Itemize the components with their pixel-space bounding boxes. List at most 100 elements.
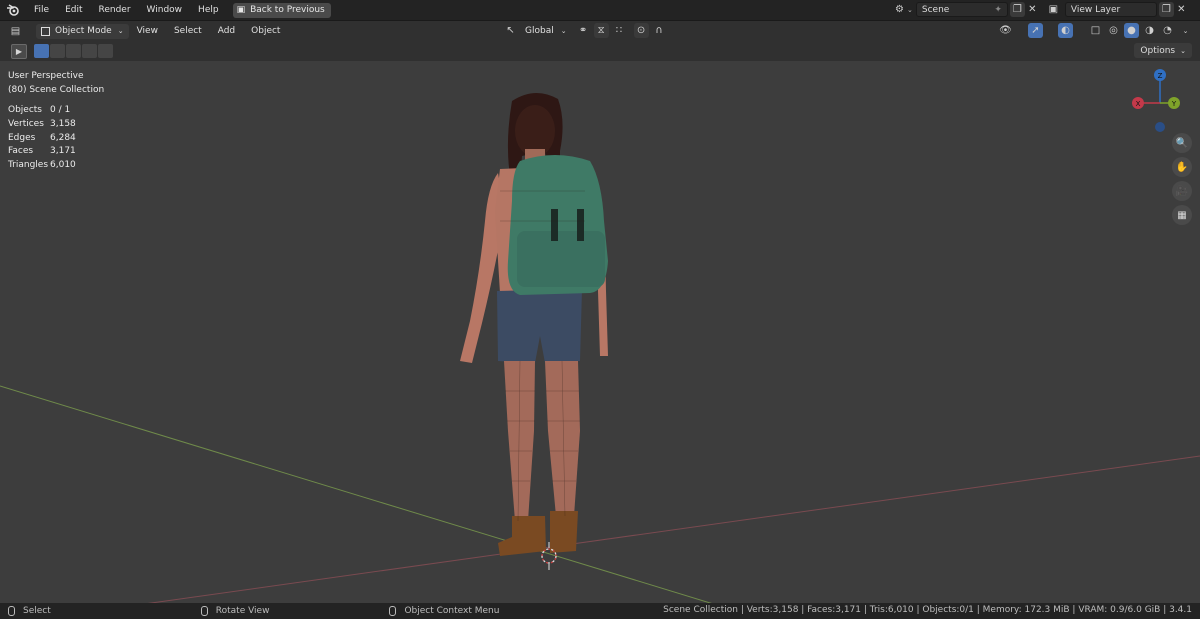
menu-render[interactable]: Render — [91, 5, 139, 15]
object-mode-dropdown[interactable]: Object Mode ⌄ — [36, 23, 129, 39]
select-intersect-icon[interactable] — [98, 44, 113, 58]
selection-mode-group — [34, 44, 113, 58]
status-rotate-label: Rotate View — [215, 606, 270, 616]
stat-row-faces: Faces 3,171 — [8, 145, 76, 159]
status-select-label: Select — [23, 606, 51, 616]
material-preview-icon[interactable]: ◑ — [1142, 23, 1157, 38]
new-view-layer-icon[interactable]: ❐ — [1158, 2, 1174, 17]
stat-row-vertices: Vertices 3,158 — [8, 118, 76, 132]
transform-tools: ↖ Global ⌄ ⚭ ⧖ ∷ ⊙ ∩ — [503, 23, 667, 38]
object-mode-icon — [41, 26, 50, 36]
status-context-label: Object Context Menu — [404, 606, 500, 616]
back-to-previous-label: Back to Previous — [250, 5, 325, 15]
editor-type-icon[interactable]: ▤ — [8, 24, 23, 39]
back-to-previous-button[interactable]: ▣ Back to Previous — [232, 2, 331, 18]
menu-select[interactable]: Select — [166, 26, 210, 36]
stat-label: Faces — [8, 146, 34, 157]
stat-label: Triangles — [8, 160, 49, 171]
scene-name-text: Scene — [921, 4, 950, 15]
scene-name-field[interactable]: Scene ✦ — [915, 2, 1008, 17]
stat-label: Vertices — [8, 118, 44, 129]
xray-toggle-icon[interactable]: □ — [1088, 23, 1103, 38]
z-axis-label: Z — [1158, 72, 1163, 80]
y-axis-line — [0, 385, 712, 603]
viewport-display-tools: 👁 ➚ ◐ □ ◎ ● ◑ ◔ ⌄ — [998, 23, 1193, 38]
tool-settings-row: ▶ Options ⌄ — [0, 41, 1200, 61]
transform-orientation-icon[interactable]: ↖ — [503, 23, 518, 38]
object-mode-label: Object Mode — [55, 26, 112, 36]
view-layer-field[interactable]: View Layer — [1064, 2, 1157, 17]
menu-view[interactable]: View — [129, 26, 166, 36]
mouse-middle-icon — [200, 606, 208, 616]
select-box-tool-icon[interactable]: ▶ — [11, 43, 27, 59]
mouse-right-icon — [389, 606, 397, 616]
zoom-icon[interactable]: 🔍 — [1172, 133, 1192, 153]
shading-options-icon[interactable]: ⌄ — [1178, 23, 1193, 38]
options-label: Options — [1140, 45, 1176, 56]
x-axis-label: X — [1136, 100, 1141, 108]
menu-add[interactable]: Add — [210, 26, 243, 36]
menu-edit[interactable]: Edit — [57, 5, 90, 15]
stat-label: Objects — [8, 105, 43, 115]
scene-selector-group: ⚙ ⌄ Scene ✦ ❐ ✕ ▣ View Layer ❐ ✕ — [892, 2, 1189, 17]
stat-value: 3,158 — [50, 118, 76, 129]
viewport-info: User Perspective (80) Scene Collection — [8, 69, 104, 97]
transform-orientation-label[interactable]: Global — [525, 26, 554, 36]
stat-value: 0 / 1 — [50, 105, 71, 115]
options-chevron-icon: ⌄ — [1180, 46, 1186, 55]
stat-row-objects: Objects 0 / 1 — [8, 104, 76, 118]
collection-label: (80) Scene Collection — [8, 85, 105, 95]
menu-window[interactable]: Window — [139, 5, 191, 15]
view-layer-icon[interactable]: ▣ — [1046, 2, 1061, 17]
wireframe-shading-icon[interactable]: ◎ — [1106, 23, 1121, 38]
status-info: Scene Collection | Verts:3,158 | Faces:3… — [663, 605, 1192, 615]
stat-row-edges: Edges 6,284 — [8, 132, 76, 146]
3d-viewport[interactable]: User Perspective (80) Scene Collection O… — [0, 61, 1200, 603]
menu-help[interactable]: Help — [190, 5, 227, 15]
pin-icon[interactable]: ✦ — [994, 5, 1002, 15]
overlays-toggle-icon[interactable]: ◐ — [1058, 23, 1073, 38]
blender-logo-icon[interactable] — [0, 0, 26, 20]
new-scene-icon[interactable]: ❐ — [1009, 2, 1025, 17]
proportional-edit-icon[interactable]: ⊙ — [633, 23, 649, 38]
pan-hand-icon[interactable]: ✋ — [1172, 157, 1192, 177]
scene-dropdown-chevron-icon: ⌄ — [907, 5, 913, 14]
delete-scene-icon[interactable]: ✕ — [1025, 2, 1040, 17]
gizmo-toggle-icon[interactable]: ➚ — [1028, 23, 1043, 38]
stat-value: 3,171 — [50, 146, 76, 157]
mouse-left-icon — [8, 606, 15, 616]
stat-label: Edges — [8, 132, 36, 143]
orientation-chevron-icon: ⌄ — [560, 26, 567, 35]
select-extend-icon[interactable] — [50, 44, 65, 58]
select-subtract-icon[interactable] — [66, 44, 81, 58]
status-context: Object Context Menu — [389, 606, 499, 616]
viewport-header: ▤ Object Mode ⌄ View Select Add Object ↖… — [0, 20, 1200, 41]
stat-value: 6,010 — [50, 160, 76, 171]
falloff-icon[interactable]: ∩ — [652, 23, 667, 38]
visibility-icon[interactable]: 👁 — [998, 23, 1013, 38]
status-select: Select — [8, 606, 51, 616]
select-invert-icon[interactable] — [82, 44, 97, 58]
snap-icon[interactable]: ⧖ — [593, 23, 609, 38]
camera-view-icon[interactable]: 🎥 — [1172, 181, 1192, 201]
y-axis-label: Y — [1171, 100, 1177, 108]
pivot-point-icon[interactable]: ⚭ — [576, 23, 591, 38]
ortho-grid-icon[interactable]: ▦ — [1172, 205, 1192, 225]
delete-view-layer-icon[interactable]: ✕ — [1174, 2, 1189, 17]
view-layer-text: View Layer — [1070, 4, 1121, 15]
select-new-icon[interactable] — [34, 44, 49, 58]
scene-type-icon[interactable]: ⚙ — [892, 2, 907, 17]
solid-shading-icon[interactable]: ● — [1124, 23, 1139, 38]
menu-file[interactable]: File — [26, 5, 57, 15]
options-dropdown[interactable]: Options ⌄ — [1134, 43, 1192, 58]
stat-value: 6,284 — [50, 132, 76, 143]
top-menu-bar: File Edit Render Window Help ▣ Back to P… — [0, 0, 1200, 20]
neg-z-axis-handle — [1155, 122, 1165, 132]
snap-target-icon[interactable]: ∷ — [612, 23, 627, 38]
navigation-gizmo[interactable]: Z X Y — [1128, 65, 1188, 137]
menu-object[interactable]: Object — [243, 26, 288, 36]
character-model — [460, 92, 608, 556]
stat-row-triangles: Triangles 6,010 — [8, 159, 76, 173]
status-bar: Select Rotate View Object Context Menu S… — [0, 603, 1200, 619]
rendered-shading-icon[interactable]: ◔ — [1160, 23, 1175, 38]
